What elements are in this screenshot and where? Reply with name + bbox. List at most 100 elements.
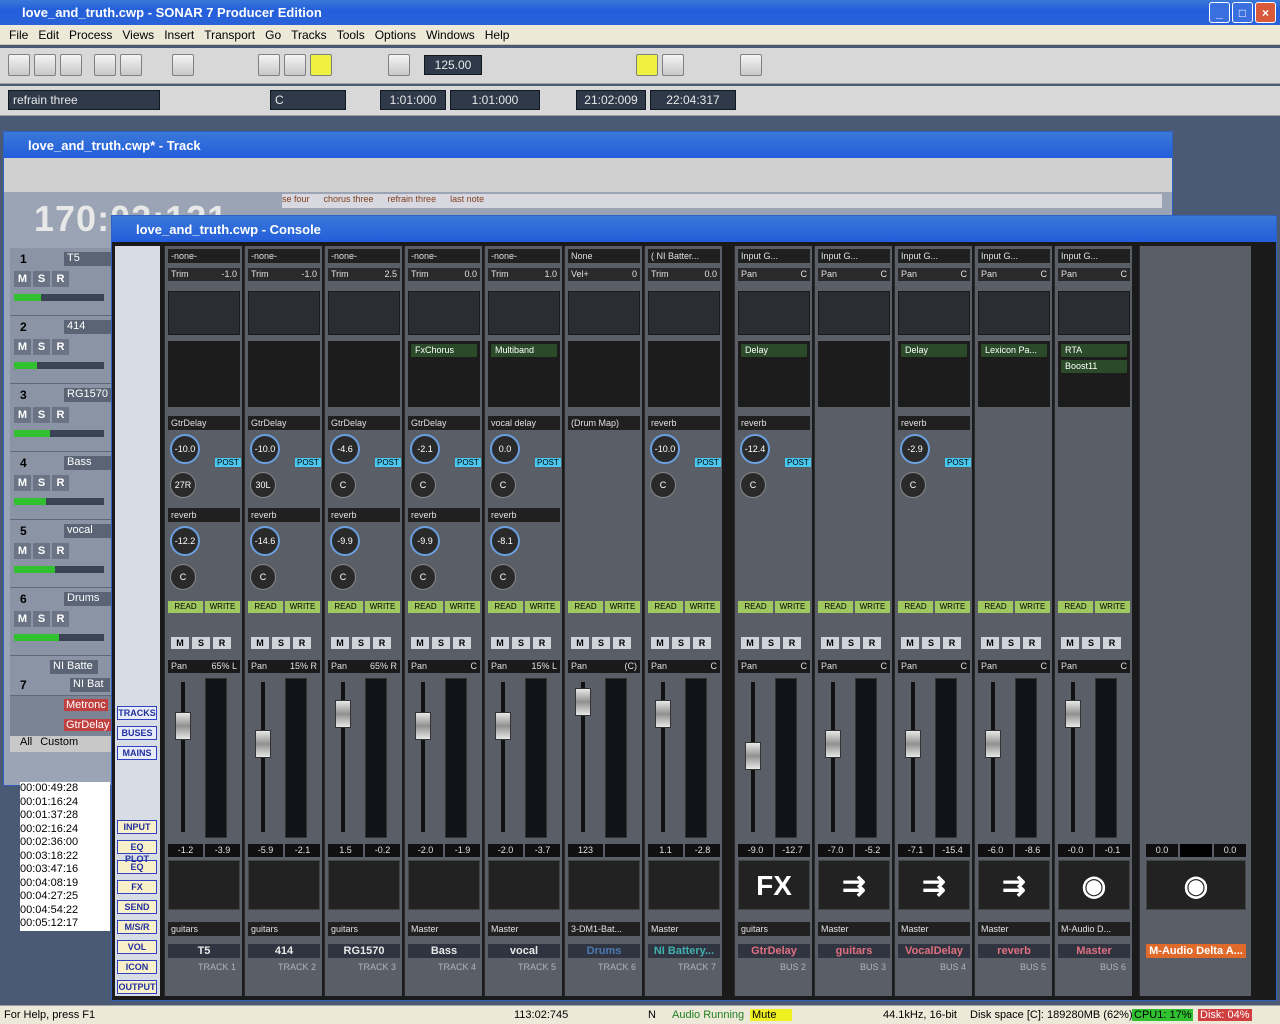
solo-button[interactable]: S xyxy=(33,543,50,559)
output-select[interactable]: Master xyxy=(408,922,480,936)
track-volume-bar[interactable] xyxy=(14,294,104,301)
fx-bin[interactable] xyxy=(648,341,720,407)
strip-name[interactable]: Bass xyxy=(408,944,480,958)
marker-time[interactable]: 00:01:16:24 xyxy=(20,796,110,810)
maximize-button[interactable]: □ xyxy=(1232,2,1253,23)
output-select[interactable]: guitars xyxy=(168,922,240,936)
solo-button[interactable]: S xyxy=(512,637,530,649)
thru-field[interactable]: 1:01:000 xyxy=(450,90,540,110)
marker-time[interactable]: 00:04:54:22 xyxy=(20,904,110,918)
tempo-field[interactable]: 125.00 xyxy=(424,55,482,75)
strip-name[interactable]: VocalDelay xyxy=(898,944,970,958)
strip-name[interactable]: 414 xyxy=(248,944,320,958)
fx-plugin[interactable]: Multiband xyxy=(491,344,557,357)
send-2-level-knob[interactable]: -14.6 xyxy=(250,526,280,556)
strip-name[interactable]: GtrDelay xyxy=(738,944,810,958)
record-arm-button[interactable]: R xyxy=(863,637,881,649)
track-name[interactable]: Metronc xyxy=(64,699,108,711)
solo-button[interactable]: S xyxy=(842,637,860,649)
console-module-vol-button[interactable]: VOL xyxy=(117,940,157,954)
read-automation-button[interactable]: READ xyxy=(328,601,363,613)
input-select[interactable]: ( NI Batter... xyxy=(648,249,720,263)
track-header[interactable]: 6 Drums MSR xyxy=(10,588,114,656)
mute-button[interactable]: M xyxy=(901,637,919,649)
write-automation-button[interactable]: WRITE xyxy=(935,601,970,613)
marker-time[interactable]: 00:02:16:24 xyxy=(20,823,110,837)
pan-slider[interactable]: Pan C xyxy=(1058,660,1130,673)
send-1-select[interactable]: reverb xyxy=(738,416,810,430)
record-arm-button[interactable]: R xyxy=(613,637,631,649)
strip-icon[interactable] xyxy=(408,860,480,910)
solo-button[interactable]: S xyxy=(192,637,210,649)
post-button[interactable]: POST xyxy=(375,458,401,467)
mute-button[interactable]: M xyxy=(14,339,31,355)
console-mains-button[interactable]: MAINS xyxy=(117,746,157,760)
read-automation-button[interactable]: READ xyxy=(738,601,773,613)
mute-button[interactable]: M xyxy=(821,637,839,649)
folder-name[interactable]: NI Batte xyxy=(50,660,98,674)
marker-time[interactable]: 00:01:37:28 xyxy=(20,809,110,823)
send-2-level-knob[interactable]: -9.9 xyxy=(330,526,360,556)
strip-icon[interactable]: ◉ xyxy=(1058,860,1130,910)
input-select[interactable]: -none- xyxy=(248,249,320,263)
send-1-select[interactable]: GtrDelay xyxy=(248,416,320,430)
solo-button[interactable]: S xyxy=(1082,637,1100,649)
track-name[interactable]: NI Bat xyxy=(70,678,110,692)
alert-icon[interactable] xyxy=(388,54,410,76)
mute-button[interactable]: M xyxy=(251,637,269,649)
solo-button[interactable]: S xyxy=(33,407,50,423)
eq-plot[interactable] xyxy=(738,291,810,335)
play-icon[interactable] xyxy=(310,54,332,76)
volume-fader[interactable] xyxy=(745,742,761,770)
track-volume-bar[interactable] xyxy=(14,634,104,641)
menu-file[interactable]: File xyxy=(4,28,33,42)
track-name[interactable]: GtrDelay xyxy=(64,719,112,731)
send-1-pan-knob[interactable]: 30L xyxy=(250,472,276,498)
marker-time[interactable]: 00:03:18:22 xyxy=(20,850,110,864)
marker-flag[interactable]: chorus three xyxy=(324,194,374,204)
mute-button[interactable]: M xyxy=(1061,637,1079,649)
from-field[interactable]: 1:01:000 xyxy=(380,90,446,110)
track-volume-bar[interactable] xyxy=(14,430,104,437)
strip-icon[interactable] xyxy=(568,860,640,910)
post-button[interactable]: POST xyxy=(945,458,971,467)
console-tracks-button[interactable]: TRACKS xyxy=(117,706,157,720)
post-button[interactable]: POST xyxy=(215,458,241,467)
menu-windows[interactable]: Windows xyxy=(421,28,480,42)
eq-plot[interactable] xyxy=(488,291,560,335)
track-name[interactable]: Drums xyxy=(64,592,112,606)
volume-fader[interactable] xyxy=(175,712,191,740)
record-arm-button[interactable]: R xyxy=(52,475,69,491)
send-2-pan-knob[interactable]: C xyxy=(170,564,196,590)
send-1-level-knob[interactable]: -2.9 xyxy=(900,434,930,464)
track-header[interactable]: 3 RG1570 MSR xyxy=(10,384,114,452)
mute-button[interactable]: M xyxy=(171,637,189,649)
fx-bin[interactable]: Multiband xyxy=(488,341,560,407)
trim-control[interactable]: Trim 2.5 xyxy=(328,268,400,281)
read-automation-button[interactable]: READ xyxy=(818,601,853,613)
strip-name[interactable]: reverb xyxy=(978,944,1050,958)
pan-slider[interactable]: Pan (C) xyxy=(568,660,640,673)
record-arm-button[interactable]: R xyxy=(373,637,391,649)
send-2-level-knob[interactable]: -12.2 xyxy=(170,526,200,556)
selection-end-field[interactable]: 22:04:317 xyxy=(650,90,736,110)
read-automation-button[interactable]: READ xyxy=(408,601,443,613)
key-select[interactable]: C xyxy=(270,90,346,110)
track-header[interactable]: GtrDelay xyxy=(10,716,114,736)
read-automation-button[interactable]: READ xyxy=(1058,601,1093,613)
mute-button[interactable]: M xyxy=(14,543,31,559)
menu-go[interactable]: Go xyxy=(260,28,286,42)
volume-fader[interactable] xyxy=(905,730,921,758)
strip-name[interactable]: Master xyxy=(1058,944,1130,958)
mute-button[interactable]: M xyxy=(14,611,31,627)
open-file-icon[interactable] xyxy=(34,54,56,76)
pan-slider[interactable]: Pan C xyxy=(898,660,970,673)
mute-button[interactable]: M xyxy=(491,637,509,649)
send-2-pan-knob[interactable]: C xyxy=(250,564,276,590)
main-strip-name[interactable]: M-Audio Delta A... xyxy=(1146,944,1246,958)
pan-slider[interactable]: Pan 15% L xyxy=(488,660,560,673)
send-1-select[interactable]: GtrDelay xyxy=(408,416,480,430)
solo-button[interactable]: S xyxy=(33,475,50,491)
track-header[interactable]: 5 vocal MSR xyxy=(10,520,114,588)
send-1-level-knob[interactable]: -10.0 xyxy=(250,434,280,464)
